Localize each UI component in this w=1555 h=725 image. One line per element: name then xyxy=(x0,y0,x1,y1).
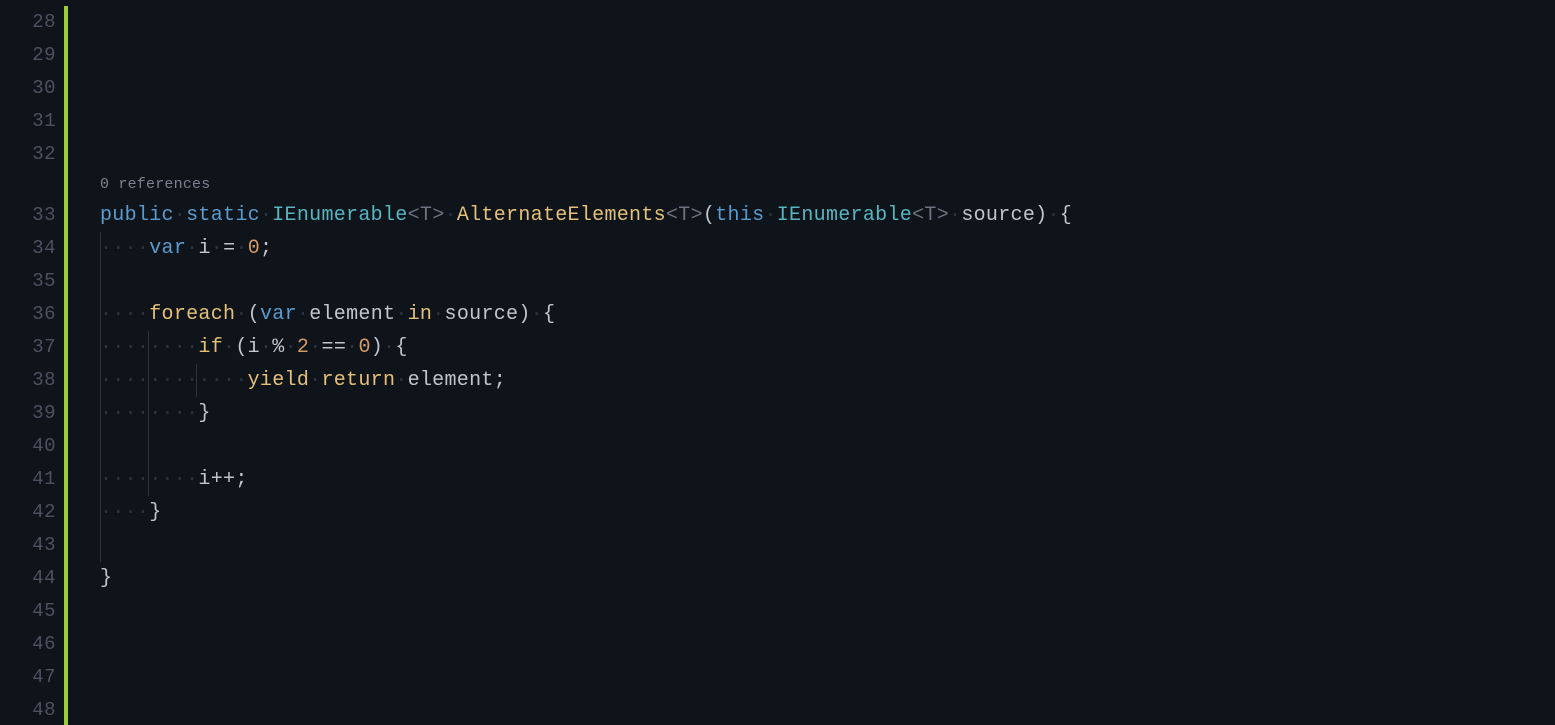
codelens-spacer xyxy=(0,171,64,199)
line-number: 39 xyxy=(0,397,64,430)
keyword-if: if xyxy=(198,336,223,359)
param-source: source xyxy=(961,204,1035,227)
number-literal: 2 xyxy=(297,336,309,359)
paren-close: ) xyxy=(518,303,530,326)
paren-close: ) xyxy=(371,336,383,359)
code-line[interactable] xyxy=(68,661,1555,694)
code-line[interactable]: ····} xyxy=(68,496,1555,529)
brace-close: } xyxy=(198,402,210,425)
code-line[interactable]: public·static·IEnumerable<T>·AlternateEl… xyxy=(68,199,1555,232)
paren-open: ( xyxy=(235,336,247,359)
keyword-this: this xyxy=(715,204,764,227)
var-i: i xyxy=(198,237,210,260)
code-line[interactable] xyxy=(68,694,1555,725)
code-line[interactable] xyxy=(68,529,1555,562)
line-number: 45 xyxy=(0,595,64,628)
line-number: 41 xyxy=(0,463,64,496)
paren-open: ( xyxy=(703,204,715,227)
code-line[interactable]: ············yield·return·element; xyxy=(68,364,1555,397)
var-i: i xyxy=(198,468,210,491)
keyword-public: public xyxy=(100,204,174,227)
brace-open: { xyxy=(1060,204,1072,227)
generic-close: > xyxy=(432,204,444,227)
line-number: 30 xyxy=(0,72,64,105)
type-ienumerable: IEnumerable xyxy=(777,204,912,227)
line-number: 32 xyxy=(0,138,64,171)
op-assign: = xyxy=(223,237,235,260)
keyword-var: var xyxy=(260,303,297,326)
code-line[interactable]: ····foreach·(var·element·in·source)·{ xyxy=(68,298,1555,331)
type-ienumerable: IEnumerable xyxy=(272,204,407,227)
var-element: element xyxy=(309,303,395,326)
line-number: 34 xyxy=(0,232,64,265)
code-line[interactable] xyxy=(68,105,1555,138)
generic-param: T xyxy=(420,204,432,227)
code-line[interactable] xyxy=(68,39,1555,72)
number-literal: 0 xyxy=(248,237,260,260)
op-mod: % xyxy=(272,336,284,359)
method-name: AlternateElements xyxy=(457,204,666,227)
line-number: 36 xyxy=(0,298,64,331)
number-literal: 0 xyxy=(358,336,370,359)
keyword-in: in xyxy=(408,303,433,326)
line-number: 29 xyxy=(0,39,64,72)
paren-close: ) xyxy=(1035,204,1047,227)
code-line[interactable] xyxy=(68,138,1555,171)
var-i: i xyxy=(248,336,260,359)
code-line[interactable] xyxy=(68,72,1555,105)
code-content[interactable]: 0 references public·static·IEnumerable<T… xyxy=(68,0,1555,725)
op-eq: == xyxy=(322,336,347,359)
line-number: 33 xyxy=(0,199,64,232)
keyword-return: return xyxy=(321,369,395,392)
codelens-references[interactable]: 0 references xyxy=(68,171,1555,199)
code-line[interactable]: ········i++; xyxy=(68,463,1555,496)
code-line[interactable]: ········if·(i·%·2·==·0)·{ xyxy=(68,331,1555,364)
brace-open: { xyxy=(395,336,407,359)
generic-open: < xyxy=(912,204,924,227)
line-number: 44 xyxy=(0,562,64,595)
line-number: 40 xyxy=(0,430,64,463)
line-number: 38 xyxy=(0,364,64,397)
keyword-yield: yield xyxy=(248,369,310,392)
generic-param: T xyxy=(678,204,690,227)
code-line[interactable] xyxy=(68,595,1555,628)
line-number: 31 xyxy=(0,105,64,138)
line-number: 46 xyxy=(0,628,64,661)
brace-open: { xyxy=(543,303,555,326)
line-number: 47 xyxy=(0,661,64,694)
semicolon: ; xyxy=(494,369,506,392)
generic-close: > xyxy=(691,204,703,227)
code-line[interactable] xyxy=(68,430,1555,463)
var-source: source xyxy=(445,303,519,326)
code-line[interactable] xyxy=(68,6,1555,39)
line-number: 28 xyxy=(0,6,64,39)
code-line[interactable]: ········} xyxy=(68,397,1555,430)
code-line[interactable]: } xyxy=(68,562,1555,595)
brace-close: } xyxy=(149,501,161,524)
code-line[interactable]: ····var·i·=·0; xyxy=(68,232,1555,265)
generic-param: T xyxy=(924,204,936,227)
code-line[interactable] xyxy=(68,628,1555,661)
semicolon: ; xyxy=(260,237,272,260)
line-number: 42 xyxy=(0,496,64,529)
line-number: 43 xyxy=(0,529,64,562)
line-number: 37 xyxy=(0,331,64,364)
code-editor[interactable]: 28 29 30 31 32 33 34 35 36 37 38 39 40 4… xyxy=(0,0,1555,725)
keyword-foreach: foreach xyxy=(149,303,235,326)
semicolon: ; xyxy=(235,468,247,491)
code-line[interactable] xyxy=(68,265,1555,298)
keyword-static: static xyxy=(186,204,260,227)
generic-open: < xyxy=(666,204,678,227)
paren-open: ( xyxy=(248,303,260,326)
line-gutter: 28 29 30 31 32 33 34 35 36 37 38 39 40 4… xyxy=(0,0,64,725)
generic-close: > xyxy=(937,204,949,227)
op-increment: ++ xyxy=(211,468,236,491)
generic-open: < xyxy=(408,204,420,227)
line-number: 35 xyxy=(0,265,64,298)
var-element: element xyxy=(408,369,494,392)
brace-close: } xyxy=(100,567,112,590)
line-number: 48 xyxy=(0,694,64,725)
keyword-var: var xyxy=(149,237,186,260)
